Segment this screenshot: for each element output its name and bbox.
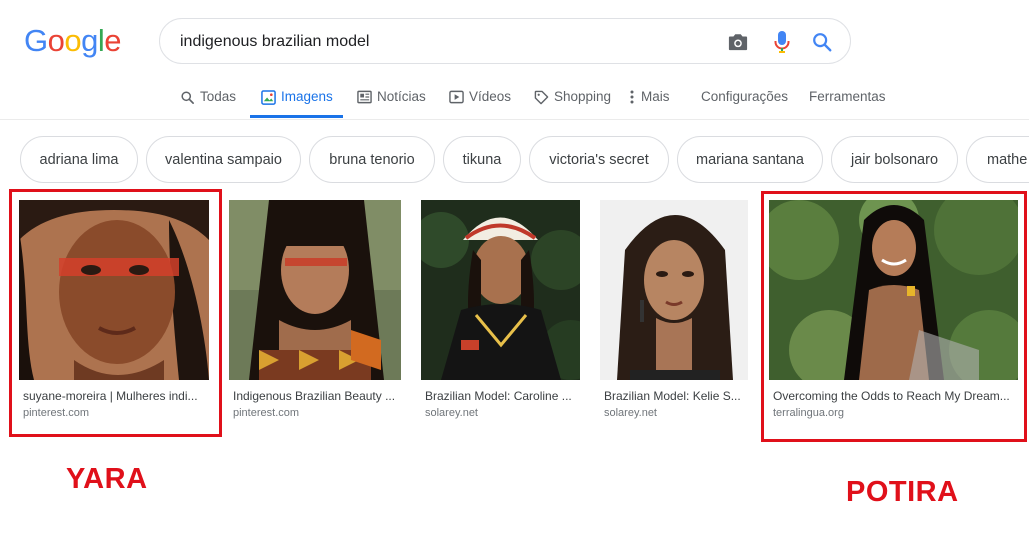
chip-label: jair bolsonaro [850, 151, 939, 168]
result-title[interactable]: Brazilian Model: Kelie S... [604, 389, 744, 403]
newspaper-icon [356, 89, 372, 105]
result-source[interactable]: solarey.net [604, 407, 657, 419]
result-thumbnail[interactable] [421, 200, 580, 380]
chip-related-search[interactable]: tikuna [443, 136, 521, 183]
image-result[interactable]: Brazilian Model: Kelie S... solarey.net [600, 200, 748, 425]
logo-letter: o [64, 23, 82, 58]
tab-todas[interactable]: Todas [179, 80, 236, 118]
tab-label: Configurações [701, 89, 789, 104]
logo-letter: o [47, 23, 65, 58]
image-icon [260, 89, 276, 105]
chip-label: mathe [987, 151, 1028, 168]
result-thumbnail[interactable] [769, 200, 1018, 380]
result-thumbnail[interactable] [19, 200, 209, 380]
play-icon [448, 89, 464, 105]
more-vert-icon [628, 89, 636, 105]
chip-related-search[interactable]: bruna tenorio [309, 136, 435, 183]
result-title[interactable]: suyane-moreira | Mulheres indi... [23, 389, 205, 403]
search-icon [179, 89, 195, 105]
chip-label: bruna tenorio [329, 151, 415, 168]
tab-noticias[interactable]: Notícias [356, 80, 426, 118]
tab-label: Shopping [554, 89, 612, 104]
image-result[interactable]: Overcoming the Odds to Reach My Dream...… [769, 200, 1018, 425]
result-source[interactable]: pinterest.com [23, 407, 89, 419]
tab-ferramentas[interactable]: Ferramentas [809, 80, 886, 118]
image-result[interactable]: Indigenous Brazilian Beauty ... pinteres… [229, 200, 401, 425]
tab-label: Ferramentas [809, 89, 886, 104]
tab-label: Notícias [377, 89, 426, 104]
chip-related-search[interactable]: victoria's secret [529, 136, 669, 183]
chip-label: tikuna [462, 151, 502, 168]
tag-icon [533, 89, 549, 105]
image-result[interactable]: Brazilian Model: Caroline ... solarey.ne… [421, 200, 580, 425]
tab-imagens[interactable]: Imagens [250, 80, 343, 118]
result-thumbnail[interactable] [229, 200, 401, 380]
annotation-label-potira: POTIRA [846, 476, 959, 508]
chip-related-search[interactable]: adriana lima [20, 136, 138, 183]
chip-label: adriana lima [39, 151, 119, 168]
result-source[interactable]: solarey.net [425, 407, 478, 419]
tab-shopping[interactable]: Shopping [533, 80, 611, 118]
image-result[interactable]: suyane-moreira | Mulheres indi... pinter… [19, 200, 209, 425]
microphone-icon[interactable] [770, 30, 794, 54]
camera-icon[interactable] [726, 30, 750, 54]
tab-label: Todas [200, 89, 237, 104]
result-source[interactable]: terralingua.org [773, 407, 844, 419]
tab-mais[interactable]: Mais [628, 80, 670, 118]
chip-related-search[interactable]: mathe [966, 136, 1029, 183]
chip-label: valentina sampaio [165, 151, 282, 168]
search-input[interactable] [180, 31, 700, 53]
result-source[interactable]: pinterest.com [233, 407, 299, 419]
result-title[interactable]: Indigenous Brazilian Beauty ... [233, 389, 397, 403]
result-title[interactable]: Brazilian Model: Caroline ... [425, 389, 576, 403]
tab-label: Vídeos [469, 89, 512, 104]
chip-related-search[interactable]: valentina sampaio [146, 136, 301, 183]
result-title[interactable]: Overcoming the Odds to Reach My Dream... [773, 389, 1014, 403]
chip-related-search[interactable]: mariana santana [677, 136, 823, 183]
result-thumbnail[interactable] [600, 200, 748, 380]
tab-label: Mais [641, 89, 670, 104]
google-logo[interactable]: Google [24, 23, 122, 58]
logo-letter: G [24, 23, 48, 58]
tab-configuracoes[interactable]: Configurações [701, 80, 788, 118]
logo-letter: g [81, 23, 98, 58]
tab-videos[interactable]: Vídeos [448, 80, 511, 118]
tab-label: Imagens [281, 89, 333, 104]
logo-letter: e [104, 23, 122, 58]
chip-related-search[interactable]: jair bolsonaro [831, 136, 958, 183]
search-icon[interactable] [810, 30, 834, 54]
annotation-label-yara: YARA [66, 463, 148, 495]
chip-label: victoria's secret [549, 151, 649, 168]
chip-label: mariana santana [695, 151, 804, 168]
tabs-divider [0, 119, 1029, 120]
search-box [159, 18, 851, 64]
